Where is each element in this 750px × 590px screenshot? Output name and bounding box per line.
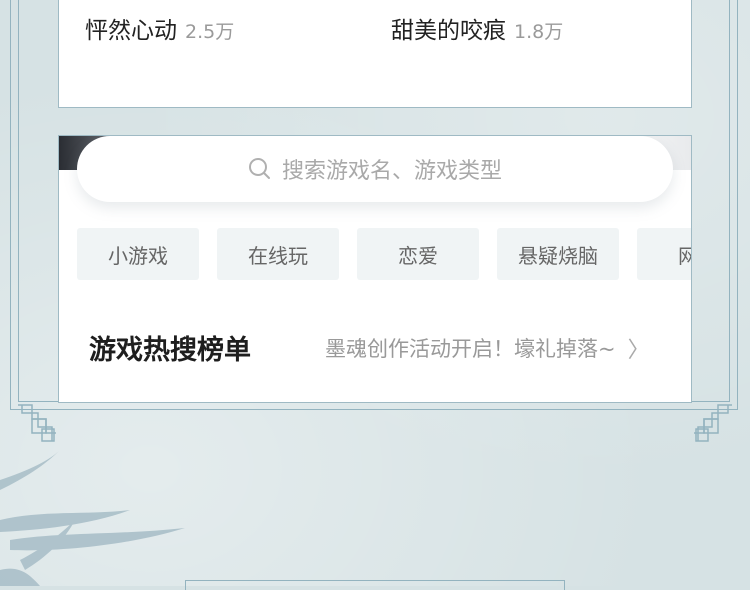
tag-play-online[interactable]: 在线玩 bbox=[217, 228, 339, 280]
frame-corner-ornament-left bbox=[18, 404, 56, 442]
game-search-card: 搜索游戏名、游戏类型 小游戏 在线玩 恋爱 悬疑烧脑 网红 游戏热搜榜单 墨魂创… bbox=[58, 135, 692, 403]
search-placeholder: 搜索游戏名、游戏类型 bbox=[281, 159, 502, 184]
tag-mini-games[interactable]: 小游戏 bbox=[77, 228, 199, 280]
tag-romance[interactable]: 恋爱 bbox=[357, 228, 479, 280]
frame-corner-ornament-right bbox=[694, 404, 732, 442]
search-bar[interactable]: 搜索游戏名、游戏类型 bbox=[77, 136, 673, 202]
chevron-right-icon: 〉 bbox=[627, 338, 650, 363]
category-tags: 小游戏 在线玩 恋爱 悬疑烧脑 网红 bbox=[77, 228, 691, 280]
bamboo-leaf-decoration bbox=[0, 450, 185, 586]
tag-mystery[interactable]: 悬疑烧脑 bbox=[497, 228, 619, 280]
hot-search-notice-link[interactable]: 墨魂创作活动开启！壕礼掉落~ 〉 bbox=[325, 332, 650, 364]
hot-search-title: 游戏热搜榜单 bbox=[89, 335, 251, 366]
hot-search-notice-text: 墨魂创作活动开启！壕礼掉落~ bbox=[325, 337, 616, 361]
ranking-item-name: 甜美的咬痕 bbox=[391, 18, 506, 44]
bottom-frame-edge bbox=[185, 580, 565, 590]
ranking-item-name: 怦然心动 bbox=[85, 18, 177, 44]
ranking-item-count: 2.5万 bbox=[185, 21, 235, 43]
search-icon bbox=[248, 158, 270, 179]
ranking-item[interactable]: 怦然心动 2.5万 bbox=[85, 11, 234, 45]
ranking-item[interactable]: 甜美的咬痕 1.8万 bbox=[391, 11, 563, 45]
ranking-item-count: 1.8万 bbox=[514, 21, 564, 43]
ranking-card: 怦然心动 2.5万 甜美的咬痕 1.8万 bbox=[58, 0, 692, 108]
tag-trending[interactable]: 网红 bbox=[637, 228, 691, 280]
